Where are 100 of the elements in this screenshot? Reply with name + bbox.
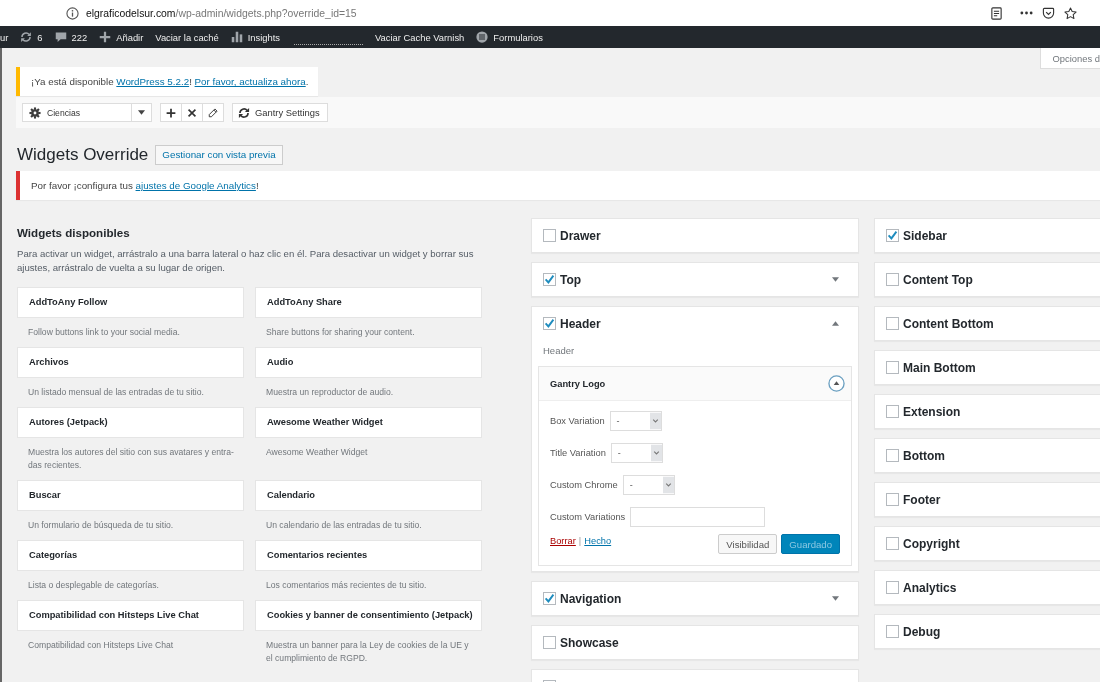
gantry-settings-button[interactable]: Gantry Settings: [232, 103, 328, 122]
address-bar[interactable]: elgraficodelsur.com/wp-admin/widgets.php?override_id=15: [66, 2, 980, 24]
more-icon[interactable]: [1020, 11, 1033, 15]
checkbox[interactable]: [543, 317, 556, 330]
widget-card[interactable]: Buscar: [17, 480, 244, 511]
field-label: Custom Chrome: [550, 480, 618, 490]
checkbox[interactable]: [543, 592, 556, 605]
updates-link[interactable]: 6: [20, 31, 43, 43]
admin-bar-link[interactable]: ur: [0, 31, 9, 43]
widget-card[interactable]: Categorías: [17, 540, 244, 571]
page-title: Widgets Override: [17, 144, 149, 165]
notice-text: Por favor ¡configura tus ajustes de Google Analytics!: [31, 180, 259, 191]
checkbox[interactable]: [543, 229, 556, 242]
checkbox[interactable]: [886, 581, 899, 594]
sidebar-title[interactable]: Main Bottom: [903, 360, 1099, 375]
caret-down-icon[interactable]: [832, 277, 839, 282]
sidebar-title[interactable]: Bottom: [903, 448, 1099, 463]
sidebar-title[interactable]: Header: [560, 316, 832, 331]
pencil-icon: [208, 107, 218, 118]
widget-card[interactable]: Cookies y banner de consentimiento (Jetpack): [255, 600, 482, 631]
comments-link[interactable]: 222: [54, 31, 88, 43]
sidebar-title[interactable]: Footer: [903, 492, 1099, 507]
section-description: Para activar un widget, arrástralo a una barra lateral o haz clic en él. Para desactivar un widget y borrar sus ajustes, arrástralo de vuelta a su lugar de origen.: [17, 247, 475, 275]
refresh-icon: [20, 31, 33, 43]
plus-icon: [99, 31, 112, 43]
widget-description: Compatibilidad con Hitsteps Live Chat: [27, 639, 175, 652]
widget-card[interactable]: Autores (Jetpack): [17, 407, 244, 438]
chevron-down-icon[interactable]: [662, 476, 674, 494]
notice-text: ¡Ya está disponible WordPress 5.2.2! Por favor, actualiza ahora.: [31, 76, 309, 87]
checkbox[interactable]: [886, 229, 899, 242]
widget-description: Share buttons for sharing your content.: [265, 326, 416, 339]
checkbox[interactable]: [886, 405, 899, 418]
plus-icon: [166, 107, 176, 118]
select-field[interactable]: -: [610, 443, 663, 463]
edit-button[interactable]: [202, 103, 224, 122]
widget-card[interactable]: Comentarios recientes: [255, 540, 482, 571]
chevron-down-icon[interactable]: [650, 444, 662, 462]
sidebar-title[interactable]: Copyright: [903, 536, 1099, 551]
admin-bar-link[interactable]: Vaciar la caché: [155, 31, 219, 43]
field-label: Box Variation: [550, 416, 605, 426]
admin-bar-link[interactable]: Vaciar Cache Varnish: [375, 31, 465, 43]
sidebar-title[interactable]: Top: [560, 272, 832, 287]
widget-description: Follow buttons link to your social media.: [27, 326, 181, 339]
forms-link[interactable]: Formularios: [476, 31, 543, 43]
widget-card[interactable]: AddToAny Follow: [17, 287, 244, 318]
checkbox[interactable]: [886, 317, 899, 330]
notice-link[interactable]: Por favor, actualiza ahora: [194, 76, 306, 87]
checkbox[interactable]: [886, 449, 899, 462]
widget-card[interactable]: Awesome Weather Widget: [255, 407, 482, 438]
dotted-underline: [294, 44, 364, 45]
widget-title[interactable]: Gantry Logo: [550, 378, 606, 389]
checkbox[interactable]: [886, 493, 899, 506]
checkbox[interactable]: [886, 273, 899, 286]
select-field[interactable]: -: [622, 475, 675, 495]
notice-link[interactable]: ajustes de Google Analytics: [135, 180, 256, 191]
caret-up-icon[interactable]: [832, 321, 839, 326]
widget-card[interactable]: Calendario: [255, 480, 482, 511]
done-link[interactable]: Hecho: [584, 534, 612, 548]
checkbox[interactable]: [543, 273, 556, 286]
sidebar-title[interactable]: Extension: [903, 404, 1099, 419]
sidebar-title[interactable]: Debug: [903, 624, 1099, 639]
widget-card[interactable]: Archivos: [17, 347, 244, 378]
delete-link[interactable]: Borrar: [550, 534, 576, 548]
star-icon[interactable]: [1064, 6, 1077, 20]
select-field[interactable]: -: [609, 411, 662, 431]
add-button[interactable]: [160, 103, 182, 122]
sidebar-title[interactable]: Sidebar: [903, 228, 1099, 243]
checkbox[interactable]: [886, 537, 899, 550]
sidebar-title[interactable]: Drawer: [560, 228, 839, 243]
screen-options-tab[interactable]: Opciones d: [1039, 48, 1100, 69]
widget-card[interactable]: Compatibilidad con Hitsteps Live Chat: [17, 600, 244, 631]
sidebar-title[interactable]: Showcase: [560, 635, 839, 650]
sidebar-title[interactable]: Content Bottom: [903, 316, 1099, 331]
reader-view-icon[interactable]: [990, 6, 1003, 20]
list-disc-icon: [476, 31, 489, 43]
sidebar-title[interactable]: Content Top: [903, 272, 1099, 287]
field-label: Custom Variations: [550, 512, 626, 522]
info-icon[interactable]: [66, 6, 79, 20]
add-new-link[interactable]: Añadir: [99, 31, 144, 43]
gear-icon: [29, 106, 41, 119]
preview-button[interactable]: Gestionar con vista previa: [155, 144, 283, 165]
delete-button[interactable]: [181, 103, 203, 122]
sidebar-title[interactable]: Analytics: [903, 580, 1099, 595]
caret-up-circle-icon[interactable]: [828, 375, 845, 392]
outline-select[interactable]: Ciencias: [22, 103, 152, 122]
sidebar-title[interactable]: Navigation: [560, 591, 832, 606]
checkbox[interactable]: [543, 636, 556, 649]
visibility-button[interactable]: Visibilidad: [718, 534, 778, 554]
widget-description: Un formulario de búsqueda de tu sitio.: [27, 519, 175, 532]
refresh-icon: [238, 106, 250, 119]
caret-down-icon[interactable]: [832, 596, 839, 601]
input-field[interactable]: [630, 507, 766, 527]
shield-chevron-icon[interactable]: [1042, 6, 1055, 20]
link-separator: |: [578, 535, 582, 548]
checkbox[interactable]: [886, 361, 899, 374]
widget-card[interactable]: AddToAny Share: [255, 287, 482, 318]
widget-card[interactable]: Audio: [255, 347, 482, 378]
insights-link[interactable]: Insights: [230, 31, 281, 43]
chevron-down-icon[interactable]: [649, 412, 661, 430]
checkbox[interactable]: [886, 625, 899, 638]
